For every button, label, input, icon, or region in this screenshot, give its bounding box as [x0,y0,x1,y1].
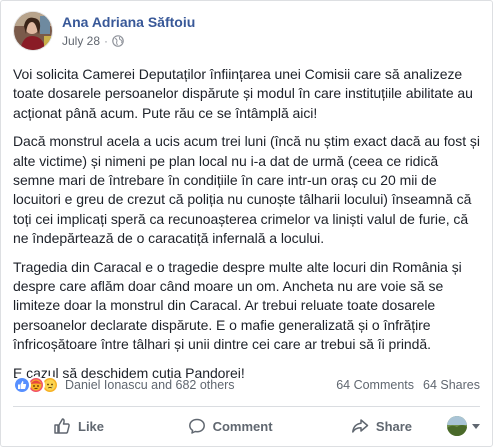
facebook-post: Ana Adriana Săftoiu July 28 · Voi solici… [0,0,493,447]
comments-count[interactable]: 64 Comments [336,378,414,392]
like-icon [13,376,31,394]
post-paragraph: Dacă monstrul acela a ucis acum trei lun… [13,133,480,247]
globe-icon[interactable] [112,35,124,47]
comment-label: Comment [212,418,273,434]
reaction-summary[interactable]: Daniel Ionascu and 682 others [13,376,235,394]
post-date[interactable]: July 28 [62,33,100,49]
engagement-stats: Daniel Ionascu and 682 others 64 Comment… [13,373,480,397]
comment-button[interactable]: Comment [188,410,303,442]
post-paragraph: Voi solicita Camerei Deputaților înființ… [13,66,473,121]
post-paragraph: Tragedia din Caracal e o tragedie despre… [13,258,462,353]
author-avatar[interactable] [13,11,53,51]
share-label: Share [375,418,413,434]
share-arrow-icon [351,417,369,435]
like-label: Like [78,418,105,434]
stats-counts: 64 Comments 64 Shares [336,378,480,392]
share-button[interactable]: Share [351,410,447,442]
speech-bubble-icon [188,417,206,435]
author-name[interactable]: Ana Adriana Săftoiu [62,13,195,31]
action-bar: Like Comment Share [13,409,481,443]
shares-count[interactable]: 64 Shares [423,378,480,392]
divider [13,406,480,407]
post-header: Ana Adriana Săftoiu July 28 · [13,11,195,55]
reactors-text[interactable]: Daniel Ionascu and 682 others [65,378,235,392]
thumbs-up-icon [53,417,71,435]
post-meta: Ana Adriana Săftoiu July 28 · [62,13,195,49]
page-avatar-icon [447,416,468,436]
meta-separator: · [104,34,109,48]
like-button[interactable]: Like [53,410,138,442]
chevron-down-icon [472,423,481,429]
post-body: Voi solicita Camerei Deputaților înființ… [13,65,483,392]
post-as-selector[interactable] [447,416,481,436]
date-row: July 28 · [62,33,195,49]
